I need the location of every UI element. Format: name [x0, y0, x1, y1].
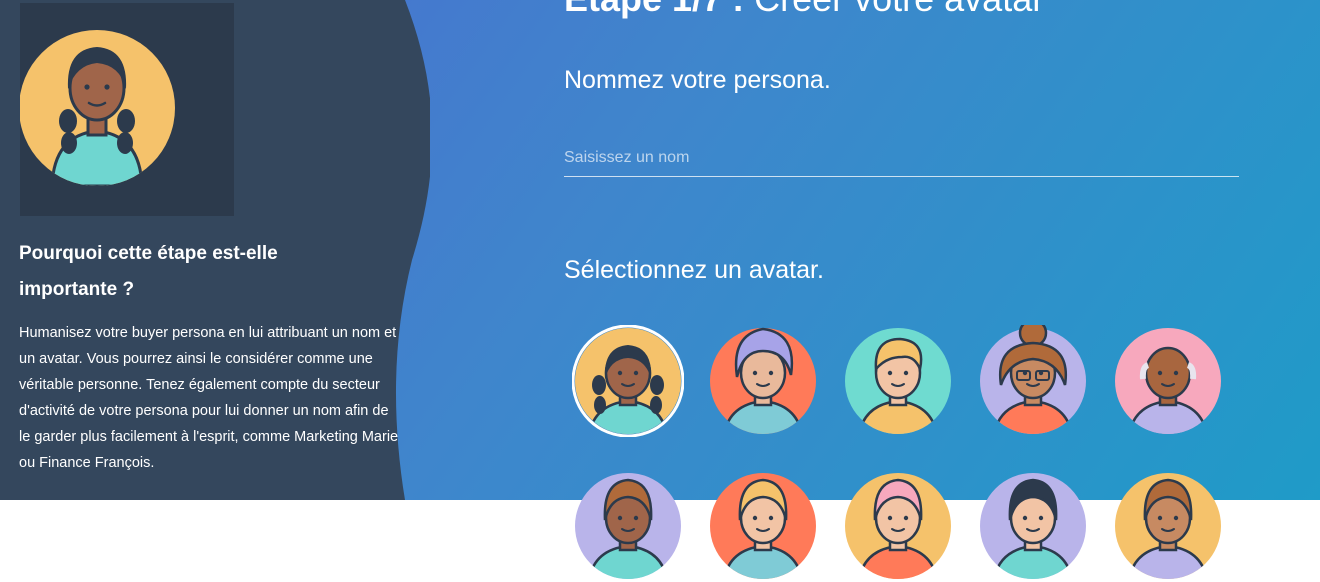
avatar-preview — [20, 3, 234, 216]
avatar-illustration — [845, 473, 951, 579]
name-label: Nommez votre persona. — [564, 66, 831, 94]
step-name: Créer votre avatar — [754, 0, 1044, 19]
avatar-illustration — [980, 325, 1086, 434]
avatar-illustration — [710, 473, 816, 579]
sidebar: Pourquoi cette étape est-elle importante… — [0, 0, 400, 500]
avatar-illustration — [845, 328, 951, 434]
why-description: Humanisez votre buyer persona en lui att… — [19, 325, 399, 471]
avatar-illustration — [1115, 328, 1221, 434]
page-title: Étape 1/7 : Créer votre avatar — [564, 0, 1044, 20]
avatar-illustration — [1115, 473, 1221, 579]
avatar-option-girl-braids[interactable] — [572, 325, 684, 437]
avatar-option-man-quiff[interactable] — [842, 325, 954, 437]
avatar-option-older-woman-purple-hair[interactable] — [707, 325, 819, 437]
persona-name-input[interactable] — [564, 140, 1239, 177]
avatar-illustration — [572, 325, 684, 437]
avatar-illustration — [980, 473, 1086, 579]
avatar-label: Sélectionnez un avatar. — [564, 256, 824, 284]
avatar-option-woman-curly-bun-glasses[interactable] — [977, 325, 1089, 437]
avatar-option-avatar-row2-4[interactable] — [977, 470, 1089, 582]
avatar-illustration — [710, 327, 816, 434]
avatar-option-avatar-row2-2[interactable] — [707, 470, 819, 582]
avatar-option-avatar-row2-5[interactable] — [1112, 470, 1224, 582]
avatar-option-bald-man[interactable] — [1112, 325, 1224, 437]
avatar-illustration — [575, 473, 681, 579]
avatar-option-avatar-row2-3[interactable] — [842, 470, 954, 582]
step-indicator: Étape 1/7 : — [564, 0, 744, 19]
avatar-option-avatar-row2-1[interactable] — [572, 470, 684, 582]
why-title: Pourquoi cette étape est-elle importante… — [19, 243, 278, 300]
selected-avatar-illustration — [20, 30, 175, 186]
